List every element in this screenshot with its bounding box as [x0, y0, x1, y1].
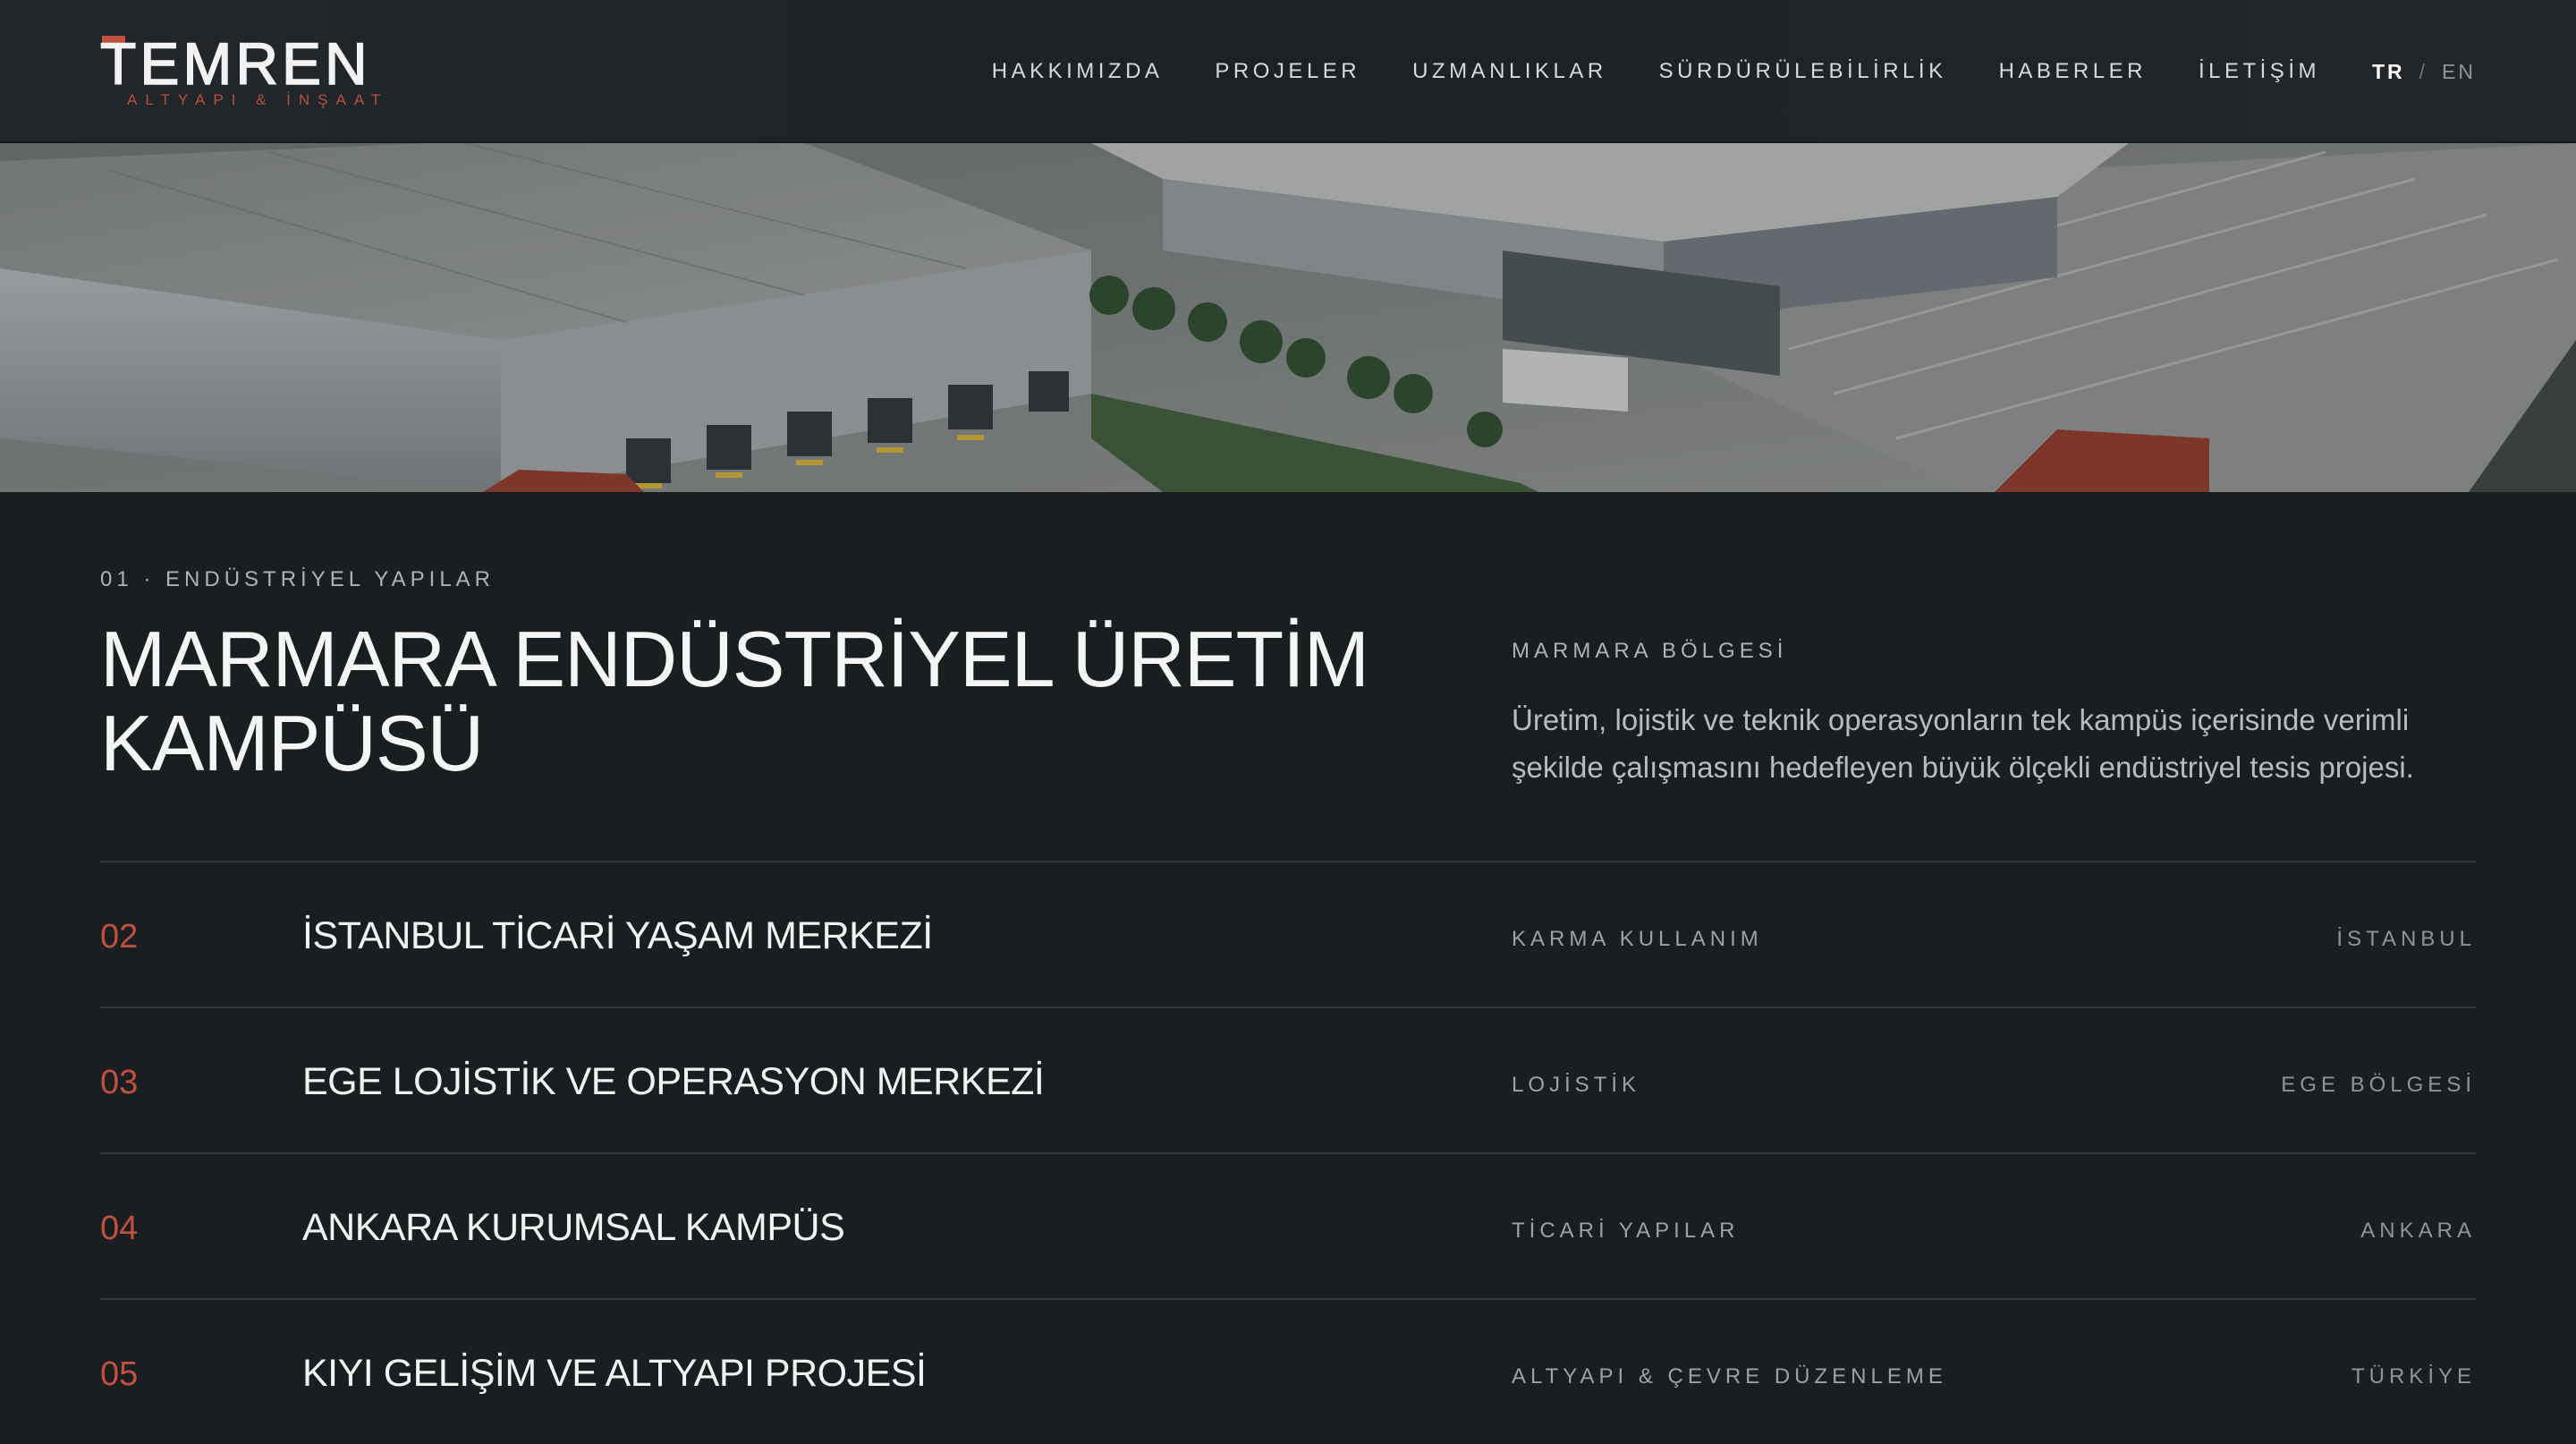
project-location: İSTANBUL: [2336, 927, 2476, 951]
nav-item-iletisim[interactable]: İLETİŞİM: [2199, 59, 2320, 84]
nav-item-projeler[interactable]: PROJELER: [1215, 59, 1360, 84]
lang-tr[interactable]: TR: [2372, 60, 2405, 84]
project-category: ALTYAPI & ÇEVRE DÜZENLEME: [1512, 1364, 1947, 1389]
lang-en[interactable]: EN: [2442, 60, 2476, 84]
brand-tagline: ALTYAPI & İNŞAAT: [127, 91, 389, 108]
nav-item-surdurulebilirlik[interactable]: SÜRDÜRÜLEBİLİRLİK: [1659, 59, 1947, 84]
language-switcher: TR / EN: [2372, 60, 2476, 84]
project-row[interactable]: 05 KIYI GELİŞİM VE ALTYAPI PROJESİ ALTYA…: [100, 1298, 2476, 1444]
brand-name: TEMREN: [99, 30, 371, 97]
project-number: 02: [100, 918, 139, 956]
project-location: TÜRKİYE: [2351, 1364, 2476, 1389]
main-nav: HAKKIMIZDA PROJELER UZMANLIKLAR SÜRDÜRÜL…: [992, 0, 2576, 143]
project-category: LOJİSTİK: [1512, 1073, 1641, 1097]
featured-category: 01 · ENDÜSTRİYEL YAPILAR: [100, 567, 495, 591]
project-number: 05: [100, 1355, 139, 1393]
project-row[interactable]: 03 EGE LOJİSTİK VE OPERASYON MERKEZİ LOJ…: [100, 1007, 2476, 1152]
project-number: 03: [100, 1064, 139, 1101]
featured-description: Üretim, lojistik ve teknik operasyonları…: [1512, 703, 2414, 784]
project-location: EGE BÖLGESİ: [2281, 1073, 2476, 1097]
project-location: ANKARA: [2360, 1219, 2476, 1243]
project-category: TİCARİ YAPILAR: [1512, 1219, 1740, 1243]
site-header: TEMREN ALTYAPI & İNŞAAT HAKKIMIZDA PROJE…: [0, 0, 2576, 143]
featured-region: MARMARA BÖLGESİ: [1512, 639, 1788, 663]
aerial-warehouse-illustration: [0, 143, 2576, 492]
brand-logo[interactable]: TEMREN ALTYAPI & İNŞAAT: [99, 30, 404, 113]
nav-item-hakkimizda[interactable]: HAKKIMIZDA: [992, 59, 1164, 84]
lang-separator: /: [2419, 59, 2428, 83]
project-name: EGE LOJİSTİK VE OPERASYON MERKEZİ: [302, 1060, 1045, 1103]
project-number: 04: [100, 1210, 139, 1247]
hero-image: [0, 143, 2576, 492]
project-name: İSTANBUL TİCARİ YAŞAM MERKEZİ: [302, 914, 933, 957]
project-category: KARMA KULLANIM: [1512, 927, 1763, 951]
project-name: ANKARA KURUMSAL KAMPÜS: [302, 1206, 845, 1249]
project-row[interactable]: 04 ANKARA KURUMSAL KAMPÜS TİCARİ YAPILAR…: [100, 1152, 2476, 1298]
nav-item-haberler[interactable]: HABERLER: [1999, 59, 2147, 84]
project-row[interactable]: 02 İSTANBUL TİCARİ YAŞAM MERKEZİ KARMA K…: [100, 861, 2476, 1007]
project-list: 02 İSTANBUL TİCARİ YAŞAM MERKEZİ KARMA K…: [100, 861, 2476, 1444]
project-name: KIYI GELİŞİM VE ALTYAPI PROJESİ: [302, 1352, 927, 1395]
nav-item-uzmanliklar[interactable]: UZMANLIKLAR: [1412, 59, 1607, 84]
featured-project-title[interactable]: MARMARA ENDÜSTRİYEL ÜRETİM KAMPÜSÜ: [100, 617, 1397, 786]
